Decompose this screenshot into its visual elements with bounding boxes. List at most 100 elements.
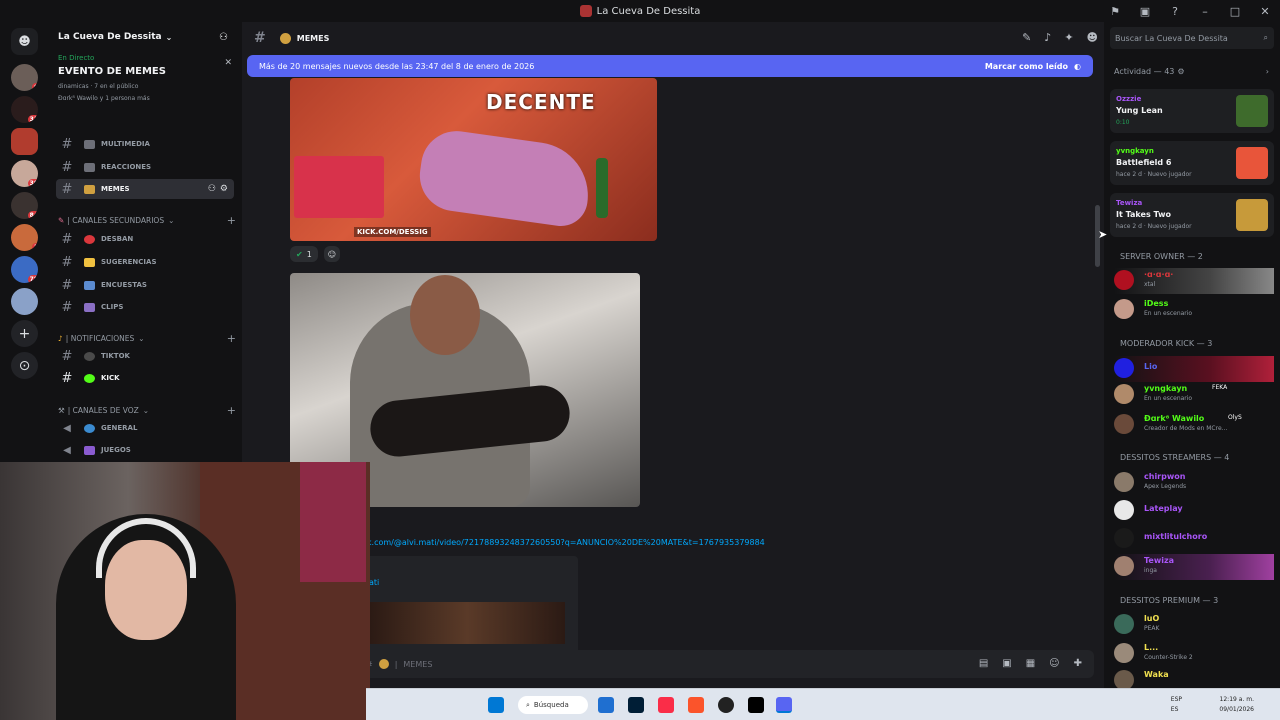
close-window-button[interactable]: ✕ (1250, 5, 1280, 18)
brave-browser-icon[interactable] (688, 697, 704, 713)
channel-label: ENCUESTAS (101, 281, 147, 289)
activity-header[interactable]: Actividad — 43 ⚙ › (1114, 67, 1269, 76)
embed-thumbnail[interactable] (369, 602, 565, 644)
channel-multimedia[interactable]: # MULTIMEDIA (56, 134, 234, 154)
windows-start-icon[interactable] (488, 697, 504, 713)
invite-icon[interactable]: ⚇ (219, 32, 228, 43)
embed-author[interactable]: ati (369, 578, 379, 587)
channel-kick[interactable]: # KICK (56, 368, 234, 388)
avatar (1114, 358, 1134, 378)
member-status: Apex Legends (1144, 483, 1187, 490)
direct-messages-button[interactable]: ☻ (11, 28, 38, 55)
activity-card[interactable]: Tewiza It Takes Two hace 2 d · Nuevo jug… (1110, 193, 1274, 237)
member-item[interactable]: Lio (1114, 356, 1274, 382)
event-card[interactable]: En Directo EVENTO DE MEMES dinamicas · 7… (52, 54, 238, 124)
member-item[interactable]: Lateplay (1114, 498, 1274, 524)
sticker-icon[interactable]: ▦ (1026, 658, 1035, 669)
category-secundarios[interactable]: ✎ | CANALES SECUNDARIOS ⌄ + (58, 214, 236, 227)
inbox-icon[interactable]: ⚑ (1100, 5, 1130, 18)
add-server-button[interactable]: + (11, 320, 38, 347)
channel-label: TIKTOK (101, 352, 130, 360)
member-item[interactable]: Ðɑrk⁸ Wawilo Creador de Mods en MCre... Ol… (1114, 412, 1274, 438)
hash-icon: # (61, 348, 73, 364)
discord-app-icon[interactable] (776, 697, 792, 713)
reaction-checkmark[interactable]: ✔ 1 (290, 246, 318, 262)
music-app-icon[interactable] (658, 697, 674, 713)
channel-tiktok[interactable]: # TIKTOK (56, 346, 234, 366)
add-channel-button[interactable]: + (227, 404, 236, 417)
activity-image (1236, 95, 1268, 127)
language-indicator[interactable]: ESP ES (1171, 695, 1182, 715)
server-avatar-1[interactable]: 6 (11, 64, 38, 91)
server-avatar-current[interactable] (11, 128, 38, 155)
add-channel-button[interactable]: + (227, 214, 236, 227)
gif-icon[interactable]: ▣ (1002, 658, 1011, 669)
member-item[interactable]: yvngkayn En un escenario FEKA (1114, 382, 1274, 408)
member-item[interactable]: luO PEAK (1114, 612, 1274, 638)
channel-reacciones[interactable]: # REACCIONES (56, 157, 234, 177)
file-explorer-icon[interactable] (598, 697, 614, 713)
channel-clips[interactable]: # CLIPS (56, 297, 234, 317)
server-avatar-5[interactable]: 1 (11, 224, 38, 251)
screen-icon[interactable]: ▣ (1130, 5, 1160, 18)
new-messages-banner[interactable]: Más de 20 mensajes nuevos desde las 23:4… (247, 55, 1093, 77)
message-composer[interactable]: # | MEMES ▤ ▣ ▦ ☺ ✚ (352, 650, 1094, 678)
member-item[interactable]: Tewiza inga (1114, 554, 1274, 580)
activity-card[interactable]: Ozzzie Yung Lean 0:10 (1110, 89, 1274, 133)
channel-memes[interactable]: # MEMES ⚇ ⚙ (56, 179, 234, 199)
server-header[interactable]: La Cueva De Dessita ⌄ ⚇ (48, 22, 242, 52)
apps-icon[interactable]: ✚ (1074, 658, 1082, 669)
discord-home-icon: ☻ (18, 34, 31, 48)
add-reaction-button[interactable]: ☺ (323, 246, 341, 262)
explore-servers-button[interactable]: ⊙ (11, 352, 38, 379)
category-notificaciones[interactable]: ♪ | NOTIFICACIONES ⌄ + (58, 332, 236, 345)
activity-card[interactable]: yvngkayn Battlefield 6 hace 2 d · Nuevo … (1110, 141, 1274, 185)
pin-icon[interactable]: ✦ (1064, 31, 1073, 44)
member-item[interactable]: L... Counter-Strike 2 (1114, 641, 1274, 667)
meme-image-1[interactable]: DECENTE KICK.COM/DESSIG (290, 78, 657, 241)
photoshop-icon[interactable] (628, 697, 644, 713)
bell-mute-icon[interactable]: ♪ (1044, 31, 1051, 44)
category-label: | CANALES SECUNDARIOS (67, 216, 165, 225)
system-clock[interactable]: 12:19 a. m. 09/01/2026 (1219, 695, 1254, 715)
gear-icon[interactable]: ⚙ (220, 184, 228, 194)
maximize-button[interactable]: □ (1220, 5, 1250, 18)
server-avatar-6[interactable]: 78 (11, 256, 38, 283)
close-icon[interactable]: ✕ (224, 58, 232, 68)
help-icon[interactable]: ? (1160, 5, 1190, 18)
member-item[interactable]: iDess En un escenario (1114, 297, 1274, 323)
member-item[interactable]: ·ɑ·ɑ·ɑ· xtal (1114, 268, 1274, 294)
members-icon[interactable]: ☻ (1087, 31, 1098, 44)
server-avatar-2[interactable]: 31 (11, 96, 38, 123)
invite-icon[interactable]: ⚇ (208, 184, 216, 194)
channel-desban[interactable]: # DESBAN (56, 229, 234, 249)
mark-as-read-button[interactable]: Marcar como leído (985, 62, 1068, 71)
server-avatar-4[interactable]: 84 (11, 192, 38, 219)
channel-encuestas[interactable]: # ENCUESTAS (56, 275, 234, 295)
capcut-icon[interactable] (748, 697, 764, 713)
emoji-icon[interactable]: ☺ (1049, 658, 1059, 669)
threads-icon[interactable]: ✎ (1022, 31, 1031, 44)
category-voz[interactable]: ⚒ | CANALES DE VOZ ⌄ + (58, 404, 236, 417)
server-name: La Cueva De Dessita (58, 32, 162, 42)
gift-icon[interactable]: ▤ (979, 658, 988, 669)
channel-label: JUEGOS (101, 446, 131, 454)
member-item[interactable]: mixtlitulchoro (1114, 526, 1274, 552)
chevron-right-icon[interactable]: › (1266, 67, 1269, 76)
search-input[interactable]: Buscar La Cueva De Dessita ⌕ (1110, 27, 1274, 49)
avatar (1114, 614, 1134, 634)
voice-channel-juegos[interactable]: ◀ JUEGOS (56, 440, 234, 460)
taskbar-search[interactable]: ⌕ Búsqueda (518, 696, 588, 714)
member-item[interactable]: Waka (1114, 668, 1274, 688)
member-item[interactable]: chirpwon Apex Legends (1114, 470, 1274, 496)
server-avatar-3[interactable]: 30 (11, 160, 38, 187)
voice-channel-general[interactable]: ◀ GENERAL (56, 418, 234, 438)
video-link[interactable]: ok.com/@alvi.mati/video/7217889324837260… (362, 538, 765, 547)
member-tag: OlyS (1228, 414, 1242, 421)
minimize-button[interactable]: – (1190, 5, 1220, 18)
obs-icon[interactable] (718, 697, 734, 713)
add-channel-button[interactable]: + (227, 332, 236, 345)
channel-sugerencias[interactable]: # SUGERENCIAS (56, 252, 234, 272)
avatar (1114, 643, 1134, 663)
server-avatar-7[interactable] (11, 288, 38, 315)
